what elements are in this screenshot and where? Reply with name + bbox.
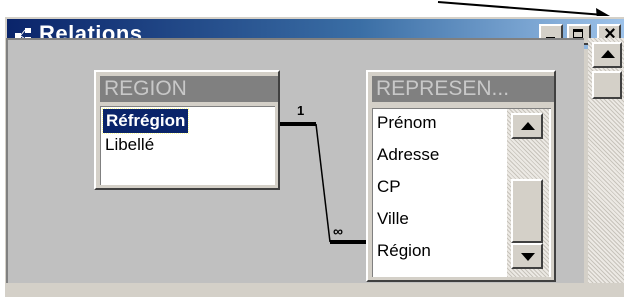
table-representant[interactable]: REPRESEN... Prénom Adresse CP Ville Régi… xyxy=(366,70,556,282)
arrow-up-icon xyxy=(601,50,615,58)
table-representant-field-list[interactable]: Prénom Adresse CP Ville Région xyxy=(372,108,551,277)
field-libelle[interactable]: Libellé xyxy=(105,133,154,157)
table-region-title[interactable]: REGION xyxy=(100,76,278,102)
scroll-thumb[interactable] xyxy=(592,71,622,99)
field-prenom[interactable]: Prénom xyxy=(377,111,437,135)
table-region-field-list[interactable]: Réfrégion Libellé xyxy=(100,106,275,185)
field-region[interactable]: Région xyxy=(377,239,431,263)
field-cp[interactable]: CP xyxy=(377,175,401,199)
list-scroll-down-button[interactable] xyxy=(511,243,543,269)
table-representant-title[interactable]: REPRESEN... xyxy=(372,76,554,102)
cardinality-one-label: 1 xyxy=(297,103,305,118)
list-scroll-up-button[interactable] xyxy=(511,113,543,139)
field-adresse[interactable]: Adresse xyxy=(377,143,439,167)
list-scroll-thumb[interactable] xyxy=(511,179,543,243)
maximize-icon xyxy=(573,29,583,38)
field-list-scrollbar[interactable] xyxy=(507,109,549,277)
table-region[interactable]: REGION Réfrégion Libellé xyxy=(94,70,280,190)
field-refregion[interactable]: Réfrégion xyxy=(101,108,190,134)
scroll-up-button[interactable] xyxy=(592,42,622,68)
cardinality-many-label: ∞ xyxy=(333,223,343,239)
arrow-up-icon xyxy=(521,122,535,130)
vertical-scrollbar[interactable] xyxy=(588,38,624,283)
field-ville[interactable]: Ville xyxy=(377,207,409,231)
arrow-down-icon xyxy=(521,253,535,261)
